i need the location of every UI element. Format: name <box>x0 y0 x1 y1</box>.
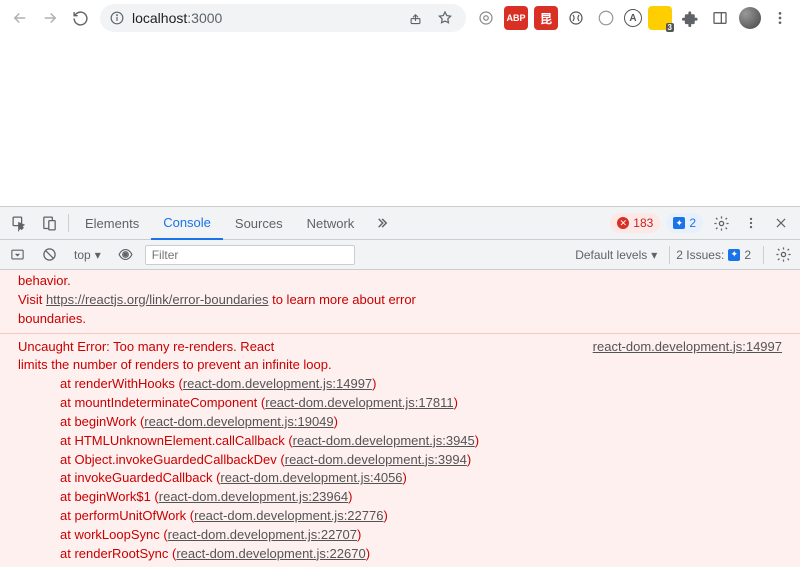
back-button[interactable] <box>6 4 34 32</box>
settings-icon[interactable] <box>706 208 736 238</box>
menu-button[interactable] <box>766 4 794 32</box>
source-link[interactable]: react-dom.development.js:4056 <box>220 470 402 485</box>
devtools-tabs: Elements Console Sources Network ✕183 ✦2 <box>0 207 800 240</box>
source-link[interactable]: react-dom.development.js:23964 <box>159 489 348 504</box>
link[interactable]: https://reactjs.org/link/error-boundarie… <box>46 292 269 307</box>
stack-frame: at beginWork (react-dom.development.js:1… <box>0 413 800 432</box>
error-count-badge[interactable]: ✕183 <box>610 213 660 233</box>
stack-frame: at workLoopSync (react-dom.development.j… <box>0 526 800 545</box>
issues-link[interactable]: 2 Issues:✦2 <box>676 248 751 262</box>
url-text: localhost:3000 <box>132 10 222 26</box>
sidepanel-button[interactable] <box>706 4 734 32</box>
device-toggle-icon[interactable] <box>34 208 64 238</box>
log-line: react-dom.development.js:14997 Uncaught … <box>0 338 800 357</box>
context-selector[interactable]: top▾ <box>68 244 107 266</box>
console-filter-bar: top▾ Default levels▾ 2 Issues:✦2 <box>0 240 800 270</box>
source-link[interactable]: react-dom.development.js:3994 <box>285 452 467 467</box>
profile-avatar[interactable] <box>736 4 764 32</box>
console-sidebar-toggle[interactable] <box>4 242 30 268</box>
source-link[interactable]: react-dom.development.js:17811 <box>265 395 453 410</box>
close-devtools-icon[interactable] <box>766 208 796 238</box>
tab-elements[interactable]: Elements <box>73 207 151 240</box>
extension-icon[interactable]: ABP <box>504 6 528 30</box>
bookmark-icon[interactable] <box>434 7 456 29</box>
stack-frame: at mountIndeterminateComponent (react-do… <box>0 394 800 413</box>
browser-toolbar: localhost:3000 ABP 昆 A 3 <box>0 0 800 36</box>
log-line: behavior. <box>0 272 800 291</box>
source-link[interactable]: react-dom.development.js:14997 <box>183 376 372 391</box>
devtools-panel: Elements Console Sources Network ✕183 ✦2… <box>0 206 800 567</box>
extension-icon[interactable] <box>594 6 618 30</box>
tab-console[interactable]: Console <box>151 207 223 240</box>
source-link[interactable]: react-dom.development.js:14997 <box>593 338 792 357</box>
reload-button[interactable] <box>66 4 94 32</box>
stack-frame: at invokeGuardedCallback (react-dom.deve… <box>0 469 800 488</box>
site-info-icon[interactable] <box>110 11 124 25</box>
source-link[interactable]: react-dom.development.js:3945 <box>293 433 475 448</box>
clear-console-icon[interactable] <box>36 242 62 268</box>
source-link[interactable]: react-dom.development.js:22776 <box>194 508 383 523</box>
log-line: Visit https://reactjs.org/link/error-bou… <box>0 291 800 310</box>
levels-selector[interactable]: Default levels▾ <box>569 244 663 266</box>
tab-network[interactable]: Network <box>295 207 367 240</box>
stack-frame: at performUnitOfWork (react-dom.developm… <box>0 507 800 526</box>
stack-frame: at renderWithHooks (react-dom.developmen… <box>0 375 800 394</box>
extension-icon[interactable]: A <box>624 9 642 27</box>
source-link[interactable]: react-dom.development.js:22670 <box>176 546 365 561</box>
console-output[interactable]: behavior. Visit https://reactjs.org/link… <box>0 270 800 567</box>
source-link[interactable]: react-dom.development.js:22707 <box>168 527 357 542</box>
inspect-icon[interactable] <box>4 208 34 238</box>
extension-icon[interactable]: 3 <box>648 6 672 30</box>
extension-icon[interactable] <box>564 6 588 30</box>
info-count-badge[interactable]: ✦2 <box>666 213 703 233</box>
stack-frame: at beginWork$1 (react-dom.development.js… <box>0 488 800 507</box>
more-tabs-icon[interactable] <box>366 208 396 238</box>
stack-frame: at renderRootSync (react-dom.development… <box>0 545 800 564</box>
page-content <box>0 36 800 206</box>
stack-frame: at HTMLUnknownElement.callCallback (reac… <box>0 432 800 451</box>
log-line: limits the number of renders to prevent … <box>0 356 800 375</box>
tab-sources[interactable]: Sources <box>223 207 295 240</box>
filter-input[interactable] <box>145 245 355 265</box>
error-block: react-dom.development.js:14997 Uncaught … <box>0 333 800 564</box>
share-icon[interactable] <box>404 7 426 29</box>
log-line: boundaries. <box>0 310 800 329</box>
address-bar[interactable]: localhost:3000 <box>100 4 466 32</box>
source-link[interactable]: react-dom.development.js:19049 <box>144 414 333 429</box>
extensions-button[interactable] <box>676 4 704 32</box>
more-icon[interactable] <box>736 208 766 238</box>
live-expression-icon[interactable] <box>113 242 139 268</box>
stack-frame: at Object.invokeGuardedCallbackDev (reac… <box>0 451 800 470</box>
extension-icon[interactable] <box>474 6 498 30</box>
extension-icon[interactable]: 昆 <box>534 6 558 30</box>
forward-button[interactable] <box>36 4 64 32</box>
console-settings-icon[interactable] <box>770 242 796 268</box>
